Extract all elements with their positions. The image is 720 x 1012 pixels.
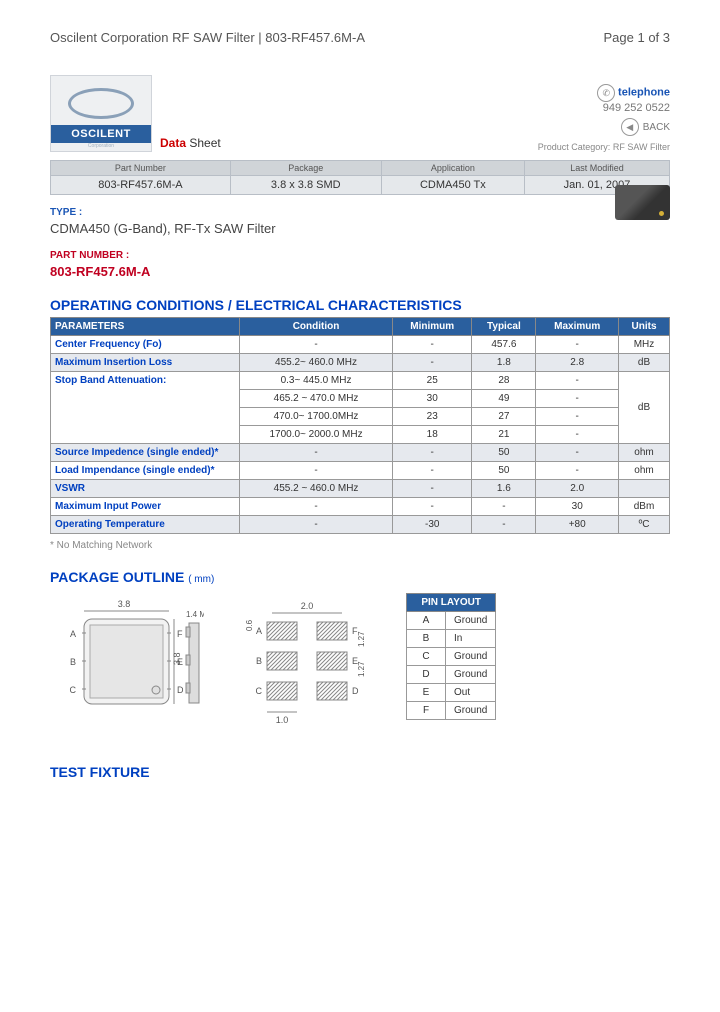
spec-h-cond: Condition: [240, 318, 393, 336]
svg-text:3.8: 3.8: [172, 652, 182, 665]
table-row: DGround: [407, 666, 496, 684]
type-label: TYPE :: [50, 207, 670, 218]
svg-text:1.27: 1.27: [357, 631, 366, 647]
spec-h-units: Units: [619, 318, 670, 336]
svg-text:C: C: [256, 686, 263, 696]
component-photo: [615, 185, 670, 220]
doc-title: Oscilent Corporation RF SAW Filter | 803…: [50, 30, 365, 45]
meta-h-app: Application: [381, 161, 524, 176]
telephone-label: telephone: [618, 87, 670, 99]
test-fixture-heading: TEST FIXTURE: [50, 764, 670, 780]
table-row: VSWR 455.2 ~ 460.0 MHz-1.62.0: [51, 480, 670, 498]
svg-text:A: A: [256, 626, 262, 636]
logo: OSCILENT Corporation: [50, 75, 152, 152]
spec-h-max: Maximum: [536, 318, 619, 336]
page-indicator: Page 1 of 3: [604, 30, 671, 45]
package-top-drawing: 3.8 A B C F E D 3.8 1.4 Max: [50, 593, 208, 746]
brand-name: OSCILENT: [51, 125, 151, 143]
table-row: Load Impendance (single ended)* --50-ohm: [51, 462, 670, 480]
meta-table: Part Number Package Application Last Mod…: [50, 160, 670, 195]
table-row: Stop Band Attenuation: 0.3~ 445.0 MHz 25…: [51, 372, 670, 390]
svg-text:C: C: [70, 685, 77, 695]
page-header: Oscilent Corporation RF SAW Filter | 803…: [50, 30, 670, 45]
table-row: FGround: [407, 702, 496, 720]
dim-width: 3.8: [118, 599, 131, 609]
pin-header: PIN LAYOUT: [407, 594, 496, 612]
spec-heading: OPERATING CONDITIONS / ELECTRICAL CHARAC…: [50, 297, 670, 313]
spec-table: PARAMETERS Condition Minimum Typical Max…: [50, 317, 670, 534]
table-row: Center Frequency (Fo) - - 457.6 - MHz: [51, 336, 670, 354]
product-category: Product Category: RF SAW Filter: [538, 142, 670, 152]
brand-sub: Corporation: [51, 143, 151, 151]
meta-package: 3.8 x 3.8 SMD: [230, 176, 381, 195]
datasheet-label: Data Sheet: [160, 134, 221, 152]
table-row: AGround: [407, 612, 496, 630]
svg-text:D: D: [177, 685, 184, 695]
meta-app: CDMA450 Tx: [381, 176, 524, 195]
pn-value: 803-RF457.6M-A: [50, 264, 670, 279]
spec-footnote: * No Matching Network: [50, 540, 670, 551]
svg-text:F: F: [177, 629, 183, 639]
contact-block: ✆ telephone 949 252 0522 ◀ BACK Product …: [538, 84, 670, 152]
table-row: Maximum Insertion Loss 455.2~ 460.0 MHz …: [51, 354, 670, 372]
phone-icon: ✆: [597, 84, 615, 102]
table-row: Maximum Input Power ---30dBm: [51, 498, 670, 516]
spec-h-typ: Typical: [472, 318, 536, 336]
meta-part: 803-RF457.6M-A: [51, 176, 231, 195]
type-value: CDMA450 (G-Band), RF-Tx SAW Filter: [50, 221, 670, 236]
table-row: Operating Temperature --30-+80ºC: [51, 516, 670, 534]
svg-text:1.4 Max: 1.4 Max: [186, 610, 204, 619]
table-row: EOut: [407, 684, 496, 702]
spec-h-param: PARAMETERS: [51, 318, 240, 336]
telephone-number: 949 252 0522: [538, 102, 670, 114]
svg-text:B: B: [256, 656, 262, 666]
svg-text:A: A: [70, 629, 76, 639]
svg-text:0.6: 0.6: [245, 619, 254, 631]
svg-text:1.27: 1.27: [357, 661, 366, 677]
pin-layout-table: PIN LAYOUT AGround BIn CGround DGround E…: [406, 593, 496, 720]
table-row: Source Impedence (single ended)* --50-oh…: [51, 444, 670, 462]
table-row: BIn: [407, 630, 496, 648]
pn-label: PART NUMBER :: [50, 250, 670, 261]
svg-text:1.0: 1.0: [276, 715, 289, 725]
meta-h-mod: Last Modified: [525, 161, 670, 176]
brand-block: OSCILENT Corporation Data Sheet: [50, 75, 221, 152]
svg-text:2.0: 2.0: [301, 601, 314, 611]
logo-ring-icon: [68, 88, 134, 119]
pin-layout-block: PIN LAYOUT AGround BIn CGround DGround E…: [406, 593, 496, 720]
back-arrow-icon: ◀: [621, 118, 639, 136]
meta-h-part: Part Number: [51, 161, 231, 176]
table-row: CGround: [407, 648, 496, 666]
package-footprint-drawing: 2.0 A B C F E D 0.6 1.27 1.27 1.0: [228, 593, 386, 746]
package-heading: PACKAGE OUTLINE ( mm): [50, 569, 670, 585]
svg-text:D: D: [352, 686, 359, 696]
back-link[interactable]: ◀ BACK: [621, 118, 670, 136]
svg-text:B: B: [70, 657, 76, 667]
spec-h-min: Minimum: [393, 318, 472, 336]
meta-h-package: Package: [230, 161, 381, 176]
